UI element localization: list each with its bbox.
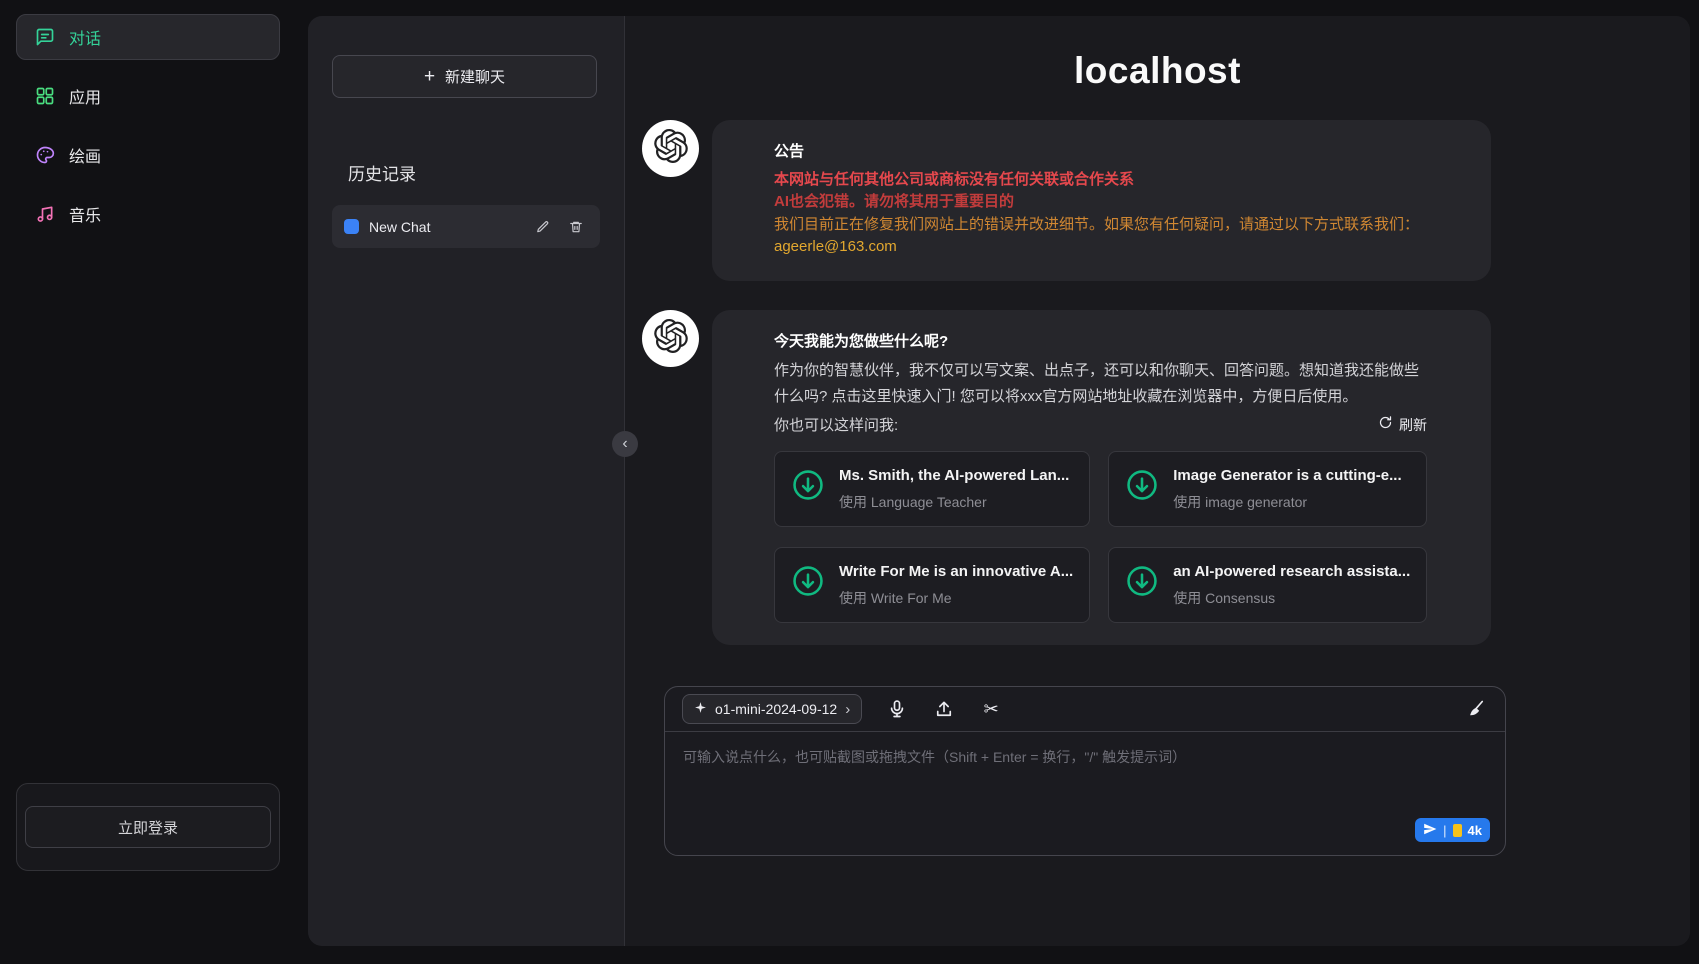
refresh-label: 刷新 bbox=[1399, 415, 1427, 436]
send-icon bbox=[1423, 822, 1437, 839]
sidebar-item-chat[interactable]: 对话 bbox=[16, 14, 280, 60]
announcement-line-3: 我们目前正在修复我们网站上的错误并改进细节。如果您有任何疑问，请通过以下方式联系… bbox=[774, 214, 1427, 237]
assistant-avatar bbox=[642, 120, 699, 177]
circle-arrow-down-icon bbox=[1125, 468, 1159, 510]
sidebar: 对话 应用 绘画 音乐 立即登录 bbox=[16, 14, 280, 964]
send-button[interactable]: | 4k bbox=[1415, 818, 1490, 842]
chat-bubble-icon bbox=[35, 27, 55, 47]
suggestion-title: an AI-powered research assista... bbox=[1173, 561, 1410, 584]
chat-item-avatar bbox=[344, 219, 359, 234]
message-welcome: 今天我能为您做些什么呢? 作为你的智慧伙伴，我不仅可以写文案、出点子，还可以和你… bbox=[642, 310, 1690, 646]
plus-icon: + bbox=[424, 67, 435, 86]
chat-history-item[interactable]: New Chat bbox=[332, 205, 600, 248]
music-note-icon bbox=[35, 204, 55, 224]
sidebar-nav: 对话 应用 绘画 音乐 bbox=[16, 14, 280, 237]
login-button[interactable]: 立即登录 bbox=[25, 806, 271, 848]
suggestion-card[interactable]: Ms. Smith, the AI-powered Lan... 使用 Lang… bbox=[774, 451, 1090, 527]
badge-divider: | bbox=[1443, 823, 1446, 838]
suggestion-title: Image Generator is a cutting-e... bbox=[1173, 465, 1401, 488]
page-title: localhost bbox=[625, 50, 1690, 92]
sidebar-item-label: 应用 bbox=[69, 84, 101, 108]
circle-arrow-down-icon bbox=[791, 468, 825, 510]
suggestion-card[interactable]: an AI-powered research assista... 使用 Con… bbox=[1108, 547, 1427, 623]
suggestion-card[interactable]: Image Generator is a cutting-e... 使用 ima… bbox=[1108, 451, 1427, 527]
composer: o1-mini-2024-09-12 › ✂ bbox=[664, 686, 1506, 856]
composer-toolbar: o1-mini-2024-09-12 › ✂ bbox=[665, 687, 1505, 732]
suggestion-texts: Write For Me is an innovative A... 使用 Wr… bbox=[839, 561, 1073, 609]
sidebar-item-music[interactable]: 音乐 bbox=[16, 191, 280, 237]
sidebar-item-label: 绘画 bbox=[69, 143, 101, 167]
collapse-sidebar-button[interactable]: ‹ bbox=[612, 431, 638, 457]
suggestion-title: Write For Me is an innovative A... bbox=[839, 561, 1073, 584]
token-count: 4k bbox=[1468, 823, 1482, 838]
workspace: + 新建聊天 历史记录 New Chat ‹ bbox=[308, 16, 1690, 946]
login-panel: 立即登录 bbox=[16, 783, 280, 871]
suggestion-subtitle: 使用 Consensus bbox=[1173, 588, 1410, 609]
chat-item-actions bbox=[531, 215, 588, 239]
suggestion-subtitle: 使用 Language Teacher bbox=[839, 492, 1069, 513]
suggestion-texts: an AI-powered research assista... 使用 Con… bbox=[1173, 561, 1410, 609]
announcement-title: 公告 bbox=[774, 141, 1427, 164]
welcome-title: 今天我能为您做些什么呢? bbox=[774, 331, 1427, 354]
scissors-button[interactable]: ✂ bbox=[979, 697, 1003, 721]
circle-arrow-down-icon bbox=[791, 564, 825, 606]
announcement-bubble: 公告 本网站与任何其他公司或商标没有任何关联或合作关系 AI也会犯错。请勿将其用… bbox=[712, 120, 1491, 281]
new-chat-label: 新建聊天 bbox=[445, 66, 505, 87]
microphone-button[interactable] bbox=[885, 697, 909, 721]
chevron-left-icon: ‹ bbox=[622, 436, 627, 452]
suggestion-subtitle: 使用 image generator bbox=[1173, 492, 1401, 513]
refresh-button[interactable]: 刷新 bbox=[1378, 415, 1427, 436]
chat-item-title: New Chat bbox=[369, 219, 521, 235]
sidebar-item-label: 对话 bbox=[69, 25, 101, 49]
sidebar-item-drawing[interactable]: 绘画 bbox=[16, 132, 280, 178]
composer-input-zone: | 4k bbox=[665, 732, 1505, 855]
refresh-icon bbox=[1378, 415, 1393, 436]
palette-icon bbox=[35, 145, 55, 165]
upload-button[interactable] bbox=[932, 697, 956, 721]
history-title: 历史记录 bbox=[348, 160, 624, 185]
chat-list-panel: + 新建聊天 历史记录 New Chat bbox=[308, 16, 625, 946]
suggestion-texts: Image Generator is a cutting-e... 使用 ima… bbox=[1173, 465, 1401, 513]
edit-icon[interactable] bbox=[531, 215, 555, 239]
sidebar-item-apps[interactable]: 应用 bbox=[16, 73, 280, 119]
apps-grid-icon bbox=[35, 86, 55, 106]
suggestion-title: Ms. Smith, the AI-powered Lan... bbox=[839, 465, 1069, 488]
token-icon bbox=[1453, 824, 1462, 837]
assistant-avatar bbox=[642, 310, 699, 367]
delete-icon[interactable] bbox=[564, 215, 588, 239]
openai-logo-icon bbox=[654, 319, 688, 358]
openai-logo-icon bbox=[654, 129, 688, 168]
model-name: o1-mini-2024-09-12 bbox=[715, 701, 837, 717]
chat-main: ‹ localhost 公告 本网站与任何其他公司或商标没有任何关联或合作关系 … bbox=[625, 16, 1690, 946]
circle-arrow-down-icon bbox=[1125, 564, 1159, 606]
suggestion-card[interactable]: Write For Me is an innovative A... 使用 Wr… bbox=[774, 547, 1090, 623]
chat-input[interactable] bbox=[665, 732, 1505, 812]
announcement-line-1: 本网站与任何其他公司或商标没有任何关联或合作关系 bbox=[774, 169, 1427, 192]
model-selector[interactable]: o1-mini-2024-09-12 › bbox=[682, 694, 862, 724]
clear-context-button[interactable] bbox=[1464, 697, 1488, 721]
welcome-bubble: 今天我能为您做些什么呢? 作为你的智慧伙伴，我不仅可以写文案、出点子，还可以和你… bbox=[712, 310, 1491, 646]
suggestion-grid: Ms. Smith, the AI-powered Lan... 使用 Lang… bbox=[774, 451, 1427, 623]
contact-email-link[interactable]: ageerle@163.com bbox=[774, 236, 897, 259]
suggestion-subtitle: 使用 Write For Me bbox=[839, 588, 1073, 609]
sidebar-item-label: 音乐 bbox=[69, 202, 101, 226]
welcome-hint: 你也可以这样问我: bbox=[774, 415, 898, 438]
suggestion-texts: Ms. Smith, the AI-powered Lan... 使用 Lang… bbox=[839, 465, 1069, 513]
scissors-icon: ✂ bbox=[984, 700, 999, 718]
sparkle-icon bbox=[694, 701, 707, 717]
message-announcement: 公告 本网站与任何其他公司或商标没有任何关联或合作关系 AI也会犯错。请勿将其用… bbox=[642, 120, 1690, 281]
new-chat-button[interactable]: + 新建聊天 bbox=[332, 55, 597, 98]
announcement-line-2: AI也会犯错。请勿将其用于重要目的 bbox=[774, 191, 1427, 214]
welcome-hint-row: 你也可以这样问我: 刷新 bbox=[774, 415, 1427, 438]
welcome-body: 作为你的智慧伙伴，我不仅可以写文案、出点子，还可以和你聊天、回答问题。想知道我还… bbox=[774, 358, 1427, 411]
chevron-right-icon: › bbox=[845, 701, 850, 718]
